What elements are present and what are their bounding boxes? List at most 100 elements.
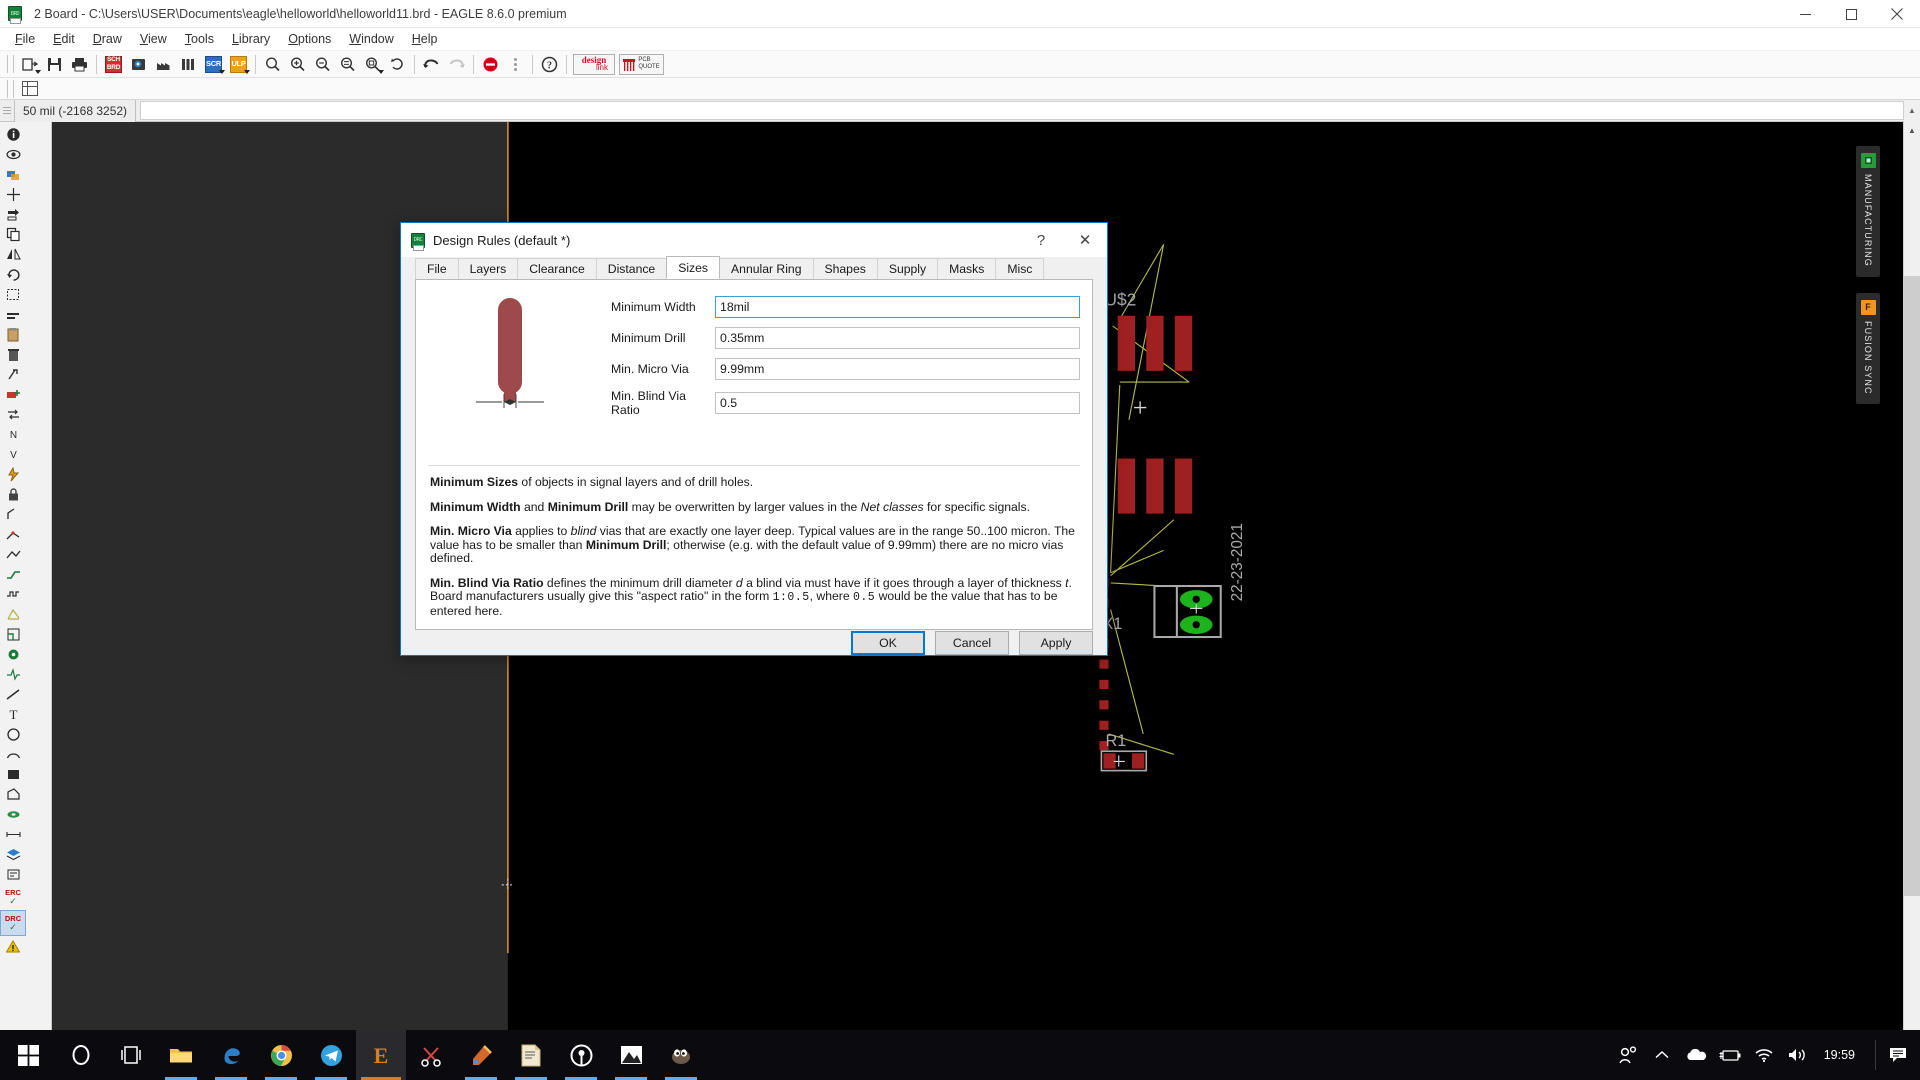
menu-view[interactable]: View [131,30,176,48]
command-input[interactable] [140,101,1904,120]
secondary-toolbar-grip[interactable] [7,79,14,98]
dialog-help-button[interactable]: ? [1019,223,1063,257]
menu-tools[interactable]: Tools [176,30,223,48]
menu-help[interactable]: Help [403,30,447,48]
vertical-scrollbar[interactable]: ▲ ▼ [1903,122,1920,1050]
undo-icon[interactable] [419,52,444,76]
open-icon[interactable] [17,52,42,76]
coordbar-scroll-up[interactable]: ▲ [1904,99,1920,122]
group-icon[interactable] [0,284,26,304]
rotate-icon[interactable] [0,264,26,284]
signal-icon[interactable] [0,664,26,684]
ratsnest-icon[interactable] [0,604,26,624]
zoom-select-dropdown-arrow[interactable] [378,70,384,74]
taskbar-clock[interactable]: 19:59 [1816,1048,1869,1062]
save-icon[interactable] [42,52,67,76]
autorouter-icon[interactable] [0,624,26,644]
warn-icon[interactable] [0,936,26,956]
zoom-redraw-icon[interactable] [335,52,360,76]
tab-misc[interactable]: Misc [995,258,1045,279]
design-rules-dialog[interactable]: DRC Design Rules (default *) ? ✕ File La… [400,222,1108,656]
notepad-icon[interactable] [506,1030,556,1080]
show-icon[interactable] [0,144,26,164]
tab-distance[interactable]: Distance [595,258,668,279]
telegram-icon[interactable] [306,1030,356,1080]
stop-icon[interactable] [478,52,503,76]
apply-button[interactable]: Apply [1019,630,1093,655]
mirror-icon[interactable] [0,244,26,264]
snipping-tool-icon[interactable] [406,1030,456,1080]
menu-window[interactable]: Window [340,30,402,48]
pcb-quote-icon[interactable]: PCB QUOTE [617,52,665,76]
help-icon[interactable]: ? [537,52,562,76]
route-icon[interactable] [0,564,26,584]
circle-icon[interactable] [0,724,26,744]
value-icon[interactable]: V [0,444,26,464]
print-icon[interactable] [67,52,92,76]
change-icon[interactable] [0,304,26,324]
min-micro-via-input[interactable] [715,358,1080,380]
cortana-icon[interactable] [56,1030,106,1080]
wifi-icon[interactable] [1748,1030,1780,1080]
tab-file[interactable]: File [415,258,459,279]
tab-annular-ring[interactable]: Annular Ring [719,258,814,279]
grid-icon[interactable] [17,77,42,101]
tab-shapes[interactable]: Shapes [812,258,878,279]
polygon-icon[interactable] [0,784,26,804]
photos-icon[interactable] [606,1030,656,1080]
arc-icon[interactable] [0,744,26,764]
add-icon[interactable] [0,384,26,404]
hole-icon[interactable] [0,804,26,824]
library-icon[interactable] [176,52,201,76]
people-icon[interactable] [1612,1030,1644,1080]
eagle-icon[interactable]: E [356,1030,406,1080]
dimension-icon[interactable] [0,824,26,844]
notifications-icon[interactable] [1882,1030,1914,1080]
task-view-icon[interactable] [106,1030,156,1080]
close-button[interactable] [1874,0,1920,28]
ulp-icon[interactable]: ULP [226,52,251,76]
script-icon[interactable]: SCR [201,52,226,76]
attribute-icon[interactable] [0,864,26,884]
tab-layers[interactable]: Layers [457,258,519,279]
manufacturing-icon[interactable] [151,52,176,76]
scroll-up-arrow[interactable]: ▲ [1903,122,1920,139]
open-dropdown-arrow[interactable] [35,70,41,74]
menu-draw[interactable]: Draw [84,30,131,48]
wire-icon[interactable] [0,684,26,704]
edge-icon[interactable] [206,1030,256,1080]
copy-icon[interactable] [0,224,26,244]
minimum-width-input[interactable] [715,296,1080,318]
display-icon[interactable] [0,164,26,184]
tab-masks[interactable]: Masks [937,258,997,279]
text-icon[interactable]: T [0,704,26,724]
cam-processor-icon[interactable] [126,52,151,76]
chrome-icon[interactable] [256,1030,306,1080]
file-explorer-icon[interactable] [156,1030,206,1080]
ripup-icon[interactable] [0,364,26,384]
menu-edit[interactable]: Edit [44,30,84,48]
name-icon[interactable]: N [0,424,26,444]
zoom-fit-icon[interactable] [260,52,285,76]
minimum-drill-input[interactable] [715,327,1080,349]
vscroll-thumb[interactable] [1903,276,1920,896]
lock-icon[interactable] [0,484,26,504]
zoom-in-icon[interactable] [285,52,310,76]
split-icon[interactable] [0,524,26,544]
smash-icon[interactable] [0,464,26,484]
script-dropdown-arrow[interactable] [219,70,225,74]
start-button[interactable] [0,1030,56,1080]
tab-sizes[interactable]: Sizes [666,256,721,279]
volume-icon[interactable] [1782,1030,1814,1080]
via-icon[interactable] [0,644,26,664]
menu-options[interactable]: Options [279,30,340,48]
meander-icon[interactable] [0,584,26,604]
drag-handle-icon[interactable] [503,52,528,76]
ok-button[interactable]: OK [851,630,925,655]
rect-icon[interactable] [0,764,26,784]
maximize-button[interactable] [1828,0,1874,28]
tab-supply[interactable]: Supply [876,258,939,279]
battery-icon[interactable] [1714,1030,1746,1080]
paint-icon[interactable] [456,1030,506,1080]
design-link-icon[interactable]: design link [571,52,617,76]
